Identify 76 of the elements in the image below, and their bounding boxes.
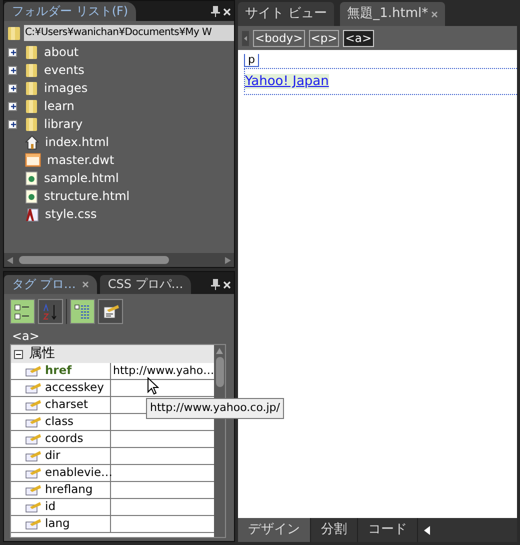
attribute-name[interactable]: accesskey [45, 379, 104, 397]
attribute-icon [25, 518, 42, 530]
toolbar-button[interactable] [38, 299, 63, 324]
folder-icon [25, 116, 38, 132]
section-header: 属性 [29, 345, 55, 363]
attribute-name[interactable]: lang [45, 515, 70, 533]
tree-item[interactable]: images [44, 79, 88, 97]
block-tag-label: p [244, 54, 259, 67]
attribute-name[interactable]: charset [45, 396, 88, 414]
mouse-cursor-icon [147, 377, 159, 395]
stylesheet-icon [25, 206, 39, 222]
document-tab[interactable]: サイト ビュー [238, 2, 334, 26]
collapse-icon[interactable] [14, 350, 23, 358]
toolbar-button[interactable] [98, 299, 123, 324]
pin-icon[interactable] [211, 6, 220, 17]
view-tab[interactable]: デザイン [238, 518, 311, 542]
expand-icon[interactable] [8, 120, 17, 128]
folder-icon [25, 44, 38, 60]
tag-selector[interactable]: <p> [308, 30, 340, 46]
pin-icon[interactable] [211, 279, 220, 290]
list-view-icon [73, 302, 92, 321]
edit-tag-icon [101, 302, 120, 321]
web-page-icon [25, 188, 38, 204]
tree-item[interactable]: events [44, 61, 84, 79]
tree-item[interactable]: library [44, 115, 83, 133]
scroll-left-icon[interactable] [424, 526, 431, 534]
scrollbar-thumb[interactable] [19, 256, 169, 264]
tree-item[interactable]: structure.html [44, 187, 130, 205]
attribute-name[interactable]: id [45, 498, 56, 516]
attribute-icon [25, 450, 42, 462]
current-tag: <a> [12, 327, 226, 342]
expand-icon[interactable] [8, 84, 17, 92]
house-icon [25, 134, 39, 150]
tooltip: http://www.yahoo.co.jp/ [146, 398, 284, 418]
folder-icon [25, 98, 38, 114]
attribute-name[interactable]: class [45, 413, 74, 431]
tree-item[interactable]: about [44, 43, 79, 61]
attribute-icon [25, 382, 42, 394]
attribute-name[interactable]: enablevie… [45, 464, 113, 482]
tag-selector[interactable]: <a> [343, 30, 374, 46]
attribute-icon [25, 399, 42, 411]
expand-icon[interactable] [8, 66, 17, 74]
attribute-value[interactable]: http://www.yaho… [113, 364, 214, 377]
attribute-icon [25, 501, 42, 513]
panel-tab[interactable]: タグ プロ… [4, 275, 97, 294]
attribute-icon [25, 433, 42, 445]
attribute-name[interactable]: href [45, 362, 72, 380]
folder-path: C:¥Users¥wanichan¥Documents¥My W [24, 25, 234, 41]
hyperlink[interactable]: Yahoo! Japan [245, 74, 329, 89]
attribute-name[interactable]: coords [45, 430, 84, 448]
expand-icon[interactable] [8, 48, 17, 56]
tree-item[interactable]: style.css [45, 205, 97, 223]
panel-tab[interactable]: CSS プロパ… [100, 275, 192, 294]
toolbar-button[interactable] [10, 299, 35, 324]
scrollbar-thumb[interactable] [216, 357, 224, 387]
attribute-icon [25, 467, 42, 479]
folder-icon [7, 26, 21, 40]
expand-icon[interactable] [8, 102, 17, 110]
folder-icon [25, 80, 38, 96]
scroll-right-icon[interactable] [225, 256, 231, 264]
tree-item[interactable]: index.html [45, 133, 109, 151]
attribute-icon [25, 484, 42, 496]
attribute-name[interactable]: hreflang [45, 481, 93, 499]
template-icon [25, 153, 41, 167]
panel-tab[interactable]: フォルダー リスト(F) [4, 2, 136, 21]
attribute-icon [25, 416, 42, 428]
tag-selector[interactable]: <body> [253, 30, 305, 46]
categorized-view-icon [13, 302, 32, 321]
web-page-icon [25, 170, 38, 186]
attribute-name[interactable]: dir [45, 447, 60, 465]
document-tab[interactable]: 無題_1.html* [340, 2, 446, 26]
tree-item[interactable]: master.dwt [47, 151, 114, 169]
folder-icon [25, 62, 38, 78]
tree-item[interactable]: learn [44, 97, 74, 115]
tree-item[interactable]: sample.html [44, 169, 119, 187]
attribute-icon [25, 365, 42, 377]
